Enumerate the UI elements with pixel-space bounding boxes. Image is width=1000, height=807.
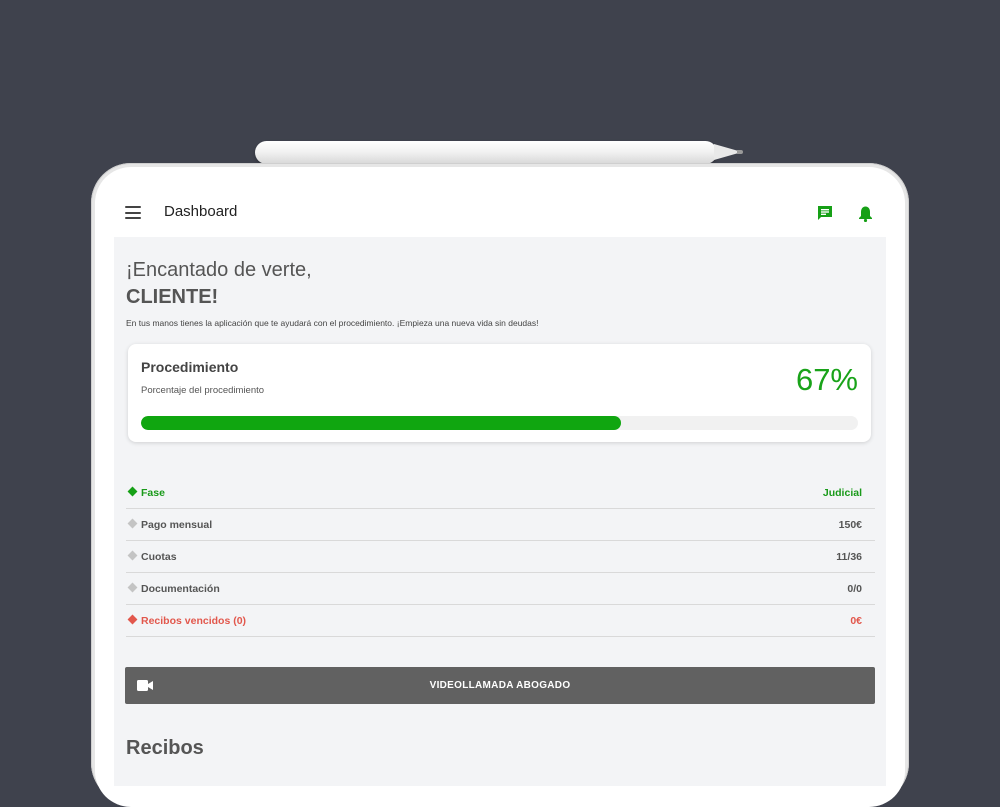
info-value: 0€ <box>850 615 862 627</box>
intro-text: En tus manos tienes la aplicación que te… <box>126 318 539 328</box>
stylus-point <box>737 150 743 154</box>
procedure-title: Procedimiento <box>141 359 239 375</box>
app-bar: Dashboard <box>114 186 886 237</box>
greeting-heading: ¡Encantado de verte, CLIENTE! <box>126 257 312 311</box>
greeting-line2: CLIENTE! <box>126 286 219 308</box>
video-call-button[interactable]: VIDEOLLAMADA ABOGADO <box>125 667 875 704</box>
info-label: Recibos vencidos (0) <box>141 615 247 627</box>
info-label: Documentación <box>141 583 220 595</box>
page-title: Dashboard <box>164 203 238 220</box>
procedure-subtitle: Porcentaje del procedimiento <box>141 385 265 396</box>
receipts-section-title: Recibos <box>126 737 204 759</box>
diamond-bullet-icon <box>127 582 138 593</box>
diamond-bullet-icon <box>127 518 138 529</box>
info-label: Fase <box>141 487 165 499</box>
procedure-progress-bar <box>141 416 858 430</box>
info-value: 150€ <box>838 519 862 531</box>
info-row: Documentación 0/0 <box>126 573 875 605</box>
hamburger-menu-icon[interactable] <box>125 206 141 219</box>
video-call-label: VIDEOLLAMADA ABOGADO <box>429 680 571 691</box>
procedure-progress-fill <box>141 416 622 430</box>
info-row: Pago mensual 150€ <box>126 509 875 541</box>
dashboard-content: ¡Encantado de verte, CLIENTE! En tus man… <box>114 237 886 786</box>
info-label: Pago mensual <box>141 519 213 531</box>
diamond-bullet-icon <box>127 614 138 625</box>
diamond-bullet-icon <box>127 550 138 561</box>
info-row: Fase Judicial <box>126 477 875 509</box>
bell-icon[interactable] <box>858 205 873 222</box>
info-row: Cuotas 11/36 <box>126 541 875 573</box>
chat-icon[interactable] <box>817 205 833 221</box>
info-value: 11/36 <box>836 551 862 563</box>
info-value: Judicial <box>822 487 862 499</box>
info-value: 0/0 <box>847 583 862 595</box>
procedure-card: Procedimiento Porcentaje del procedimien… <box>128 344 871 442</box>
stylus-pencil <box>255 141 717 164</box>
info-label: Cuotas <box>141 551 177 563</box>
diamond-bullet-icon <box>127 486 138 497</box>
app-screen: Dashboard ¡Encantado de verte, CLIENTE! … <box>114 186 886 786</box>
greeting-line1: ¡Encantado de verte, <box>126 259 312 281</box>
info-row: Recibos vencidos (0) 0€ <box>126 605 875 637</box>
procedure-percent: 67% <box>795 362 858 397</box>
info-list: Fase Judicial Pago mensual 150€ Cuotas 11/36 D… <box>126 477 875 637</box>
